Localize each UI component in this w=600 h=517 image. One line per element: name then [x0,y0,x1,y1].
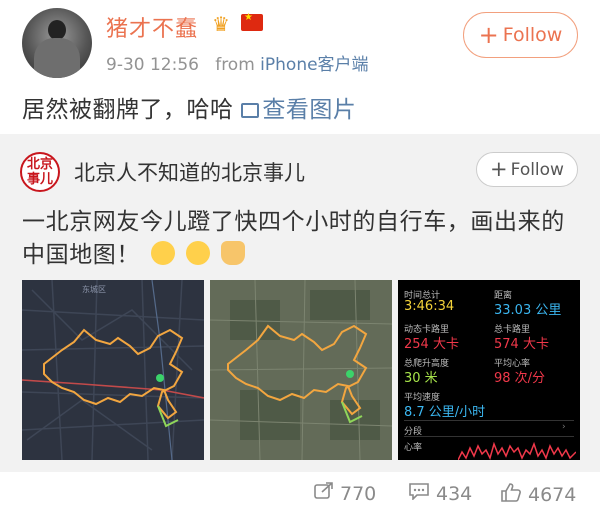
like-action[interactable]: 4674 [500,482,576,507]
thumbs-up-icon [500,482,522,507]
image-grid: 东城区 时间总计 3:46:34 距离 33.03 公里 动态卡路里 254 大… [22,280,580,460]
image-icon [241,103,260,118]
post-meta: 9-30 12:56 from iPhone客户端 [106,50,369,75]
repost-count: 770 [340,482,377,505]
repost-follow-button[interactable]: + Follow [476,152,578,187]
stat-hr-value: 98 次/分 [494,371,546,386]
stat-elevation-value: 30 米 [404,371,438,386]
comment-icon [408,482,430,505]
route-map-satellite-svg [210,280,392,460]
china-flag-icon: ★ [241,12,263,31]
comment-action[interactable]: 434 [408,482,472,505]
chevron-right-icon: › [562,422,566,432]
follow-button[interactable]: + Follow [463,12,578,58]
stat-heart-label: 心率 [404,443,423,453]
route-map-dark-image[interactable]: 东城区 [22,280,204,460]
action-bar: 770 434 4674 [0,474,600,517]
plus-icon: + [490,157,508,181]
share-icon [314,482,334,505]
follow-label: Follow [502,24,563,46]
laugh-emoji-icon [150,241,175,265]
repost-account-name[interactable]: 北京人不知道的北京事儿 [74,157,305,187]
view-images-link[interactable]: 查看图片 [241,97,356,123]
post-text: 居然被翻牌了，哈哈 查看图片 [22,90,356,124]
thumbs-up-emoji-icon [220,241,245,265]
source-prefix: from [215,55,255,75]
stat-distance-value: 33.03 公里 [494,303,562,318]
user-avatar[interactable] [22,8,92,78]
stat-time-value: 3:46:34 [404,299,455,314]
repost-follow-label: Follow [510,159,564,180]
avatar-head [48,20,66,40]
repost-text: 一北京网友今儿蹬了快四个小时的自行车，画出来的中国地图！ [22,206,582,272]
route-map-dark-svg: 东城区 [22,280,204,460]
post-time: 9-30 12:56 [106,55,199,75]
stat-total-cal-value: 574 大卡 [494,337,549,352]
workout-stats-image[interactable]: 时间总计 3:46:34 距离 33.03 公里 动态卡路里 254 大卡 总卡… [398,280,580,460]
username[interactable]: 猪才不蠢 [106,11,198,43]
comment-count: 434 [436,482,473,505]
heart-rate-chart [458,442,576,460]
crown-badge-icon: ♛ [212,12,230,36]
stat-active-cal-value: 254 大卡 [404,337,459,352]
post-body: 居然被翻牌了，哈哈 [22,97,234,123]
repost-avatar[interactable]: 北京事儿 [20,152,60,192]
stat-speed-value: 8.7 公里/小时 [404,405,486,420]
like-count: 4674 [528,483,577,506]
repost-card[interactable]: 北京事儿 北京人不知道的北京事儿 + Follow 一北京网友今儿蹬了快四个小时… [0,134,600,472]
plus-icon: + [478,21,499,49]
laugh-emoji-icon [185,241,210,265]
route-map-satellite-image[interactable] [210,280,392,460]
view-images-label: 查看图片 [262,97,357,123]
map-district-label: 东城区 [82,284,106,294]
repost-body: 一北京网友今儿蹬了快四个小时的自行车，画出来的中国地图！ [22,209,565,268]
post-source[interactable]: iPhone客户端 [260,55,368,75]
avatar-torso [34,38,80,78]
repost-action[interactable]: 770 [314,482,376,505]
